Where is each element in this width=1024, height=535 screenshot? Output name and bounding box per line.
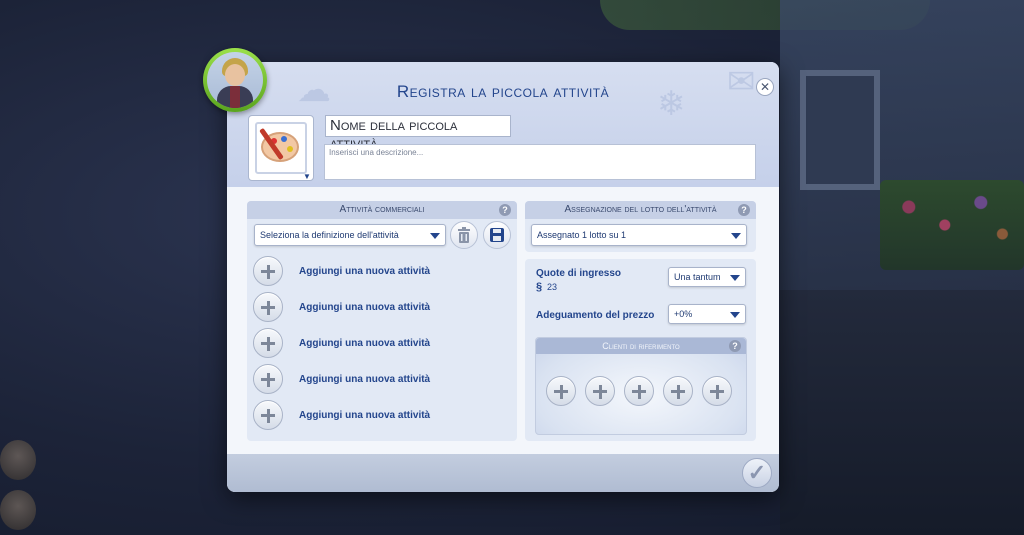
lot-assignment-dropdown[interactable]: Assegnato 1 lotto su 1	[531, 224, 747, 246]
business-icon-picker[interactable]: ▼	[248, 115, 314, 181]
entry-fee-label: Quote di ingresso	[536, 268, 622, 279]
chevron-down-icon	[730, 275, 740, 281]
dropdown-value: Seleziona la definizione dell'attività	[260, 230, 399, 240]
background-window	[800, 70, 880, 190]
help-icon[interactable]: ?	[738, 204, 750, 216]
help-icon[interactable]: ?	[499, 204, 511, 216]
close-button[interactable]: ✕	[756, 78, 774, 96]
dropdown-value: +0%	[674, 309, 693, 319]
activities-panel-title: Attività commerciali	[339, 204, 425, 215]
target-clients-title: Clienti di riferimento	[602, 341, 680, 351]
price-adjustment-label: Adeguamento del prezzo	[536, 310, 655, 321]
add-activity-label: Aggiungi una nuova attività	[299, 410, 431, 421]
close-icon: ✕	[759, 80, 771, 94]
add-activity-label: Aggiungi una nuova attività	[299, 266, 431, 277]
dialog-footer: ✓	[227, 454, 779, 492]
sim-avatar-thumbnail[interactable]	[0, 490, 36, 530]
add-client-button[interactable]	[663, 376, 693, 406]
chevron-down-icon	[730, 312, 740, 318]
entry-fee-frequency-dropdown[interactable]: Una tantum	[668, 267, 746, 287]
checkmark-icon: ✓	[747, 460, 767, 485]
help-icon[interactable]: ?	[729, 340, 741, 352]
add-icon[interactable]	[253, 400, 283, 430]
lot-panel-title: Assegnazione del lotto dell'attività	[564, 204, 717, 215]
dialog-title: Registra la piccola attività	[396, 82, 610, 101]
add-icon[interactable]	[253, 256, 283, 286]
activities-panel: Attività commerciali ? Seleziona la defi…	[247, 201, 517, 441]
add-activity-label: Aggiungi una nuova attività	[299, 302, 431, 313]
chevron-down-icon: ▼	[303, 172, 311, 181]
add-icon[interactable]	[253, 328, 283, 358]
add-activity-label: Aggiungi una nuova attività	[299, 338, 431, 349]
add-activity-row[interactable]: Aggiungi una nuova attività	[253, 364, 503, 396]
add-activity-label: Aggiungi una nuova attività	[299, 374, 431, 385]
activities-panel-header: Attività commerciali ?	[247, 201, 517, 219]
delete-button[interactable]	[450, 221, 478, 249]
confirm-button[interactable]: ✓	[742, 458, 772, 488]
lot-panel-header: Assegnazione del lotto dell'attività ?	[525, 201, 756, 219]
business-name-input[interactable]: Nome della piccola attività	[325, 115, 511, 152]
sim-avatar-thumbnail[interactable]	[0, 440, 36, 480]
add-icon[interactable]	[253, 364, 283, 394]
target-clients-header: Clienti di riferimento ?	[536, 338, 746, 354]
business-description-input[interactable]: Inserisci una descrizione...	[324, 144, 756, 180]
sim-portrait	[203, 48, 267, 112]
save-definition-button[interactable]	[483, 221, 511, 249]
background-flowers	[880, 180, 1024, 270]
background-ground	[780, 290, 1024, 535]
activity-definition-dropdown[interactable]: Seleziona la definizione dell'attività	[254, 224, 446, 246]
add-client-button[interactable]	[585, 376, 615, 406]
trash-icon	[458, 227, 470, 243]
entry-fee-value: 23	[547, 282, 558, 292]
add-activity-row[interactable]: Aggiungi una nuova attività	[253, 328, 503, 360]
save-icon	[490, 228, 504, 242]
add-client-button[interactable]	[546, 376, 576, 406]
add-client-button[interactable]	[624, 376, 654, 406]
lot-panel: Assegnazione del lotto dell'attività ? A…	[525, 201, 756, 441]
add-activity-row[interactable]: Aggiungi una nuova attività	[253, 256, 503, 288]
add-client-button[interactable]	[702, 376, 732, 406]
simoleon-icon: §	[536, 281, 543, 293]
register-business-dialog: ☁ ❄ ✉ Registra la piccola attività ✕ ▼ N…	[227, 62, 779, 492]
add-activity-row[interactable]: Aggiungi una nuova attività	[253, 292, 503, 324]
pricing-section: Quote di ingresso § 23 Una tantum Adegua…	[525, 259, 756, 441]
chevron-down-icon	[430, 233, 440, 239]
dropdown-value: Una tantum	[674, 272, 721, 282]
add-icon[interactable]	[253, 292, 283, 322]
chevron-down-icon	[731, 233, 741, 239]
lot-assignment-section: Assegnazione del lotto dell'attività ? A…	[525, 201, 756, 252]
dropdown-value: Assegnato 1 lotto su 1	[537, 230, 627, 240]
price-adjustment-dropdown[interactable]: +0%	[668, 304, 746, 324]
target-clients-box: Clienti di riferimento ?	[535, 337, 747, 435]
add-activity-row[interactable]: Aggiungi una nuova attività	[253, 400, 503, 432]
